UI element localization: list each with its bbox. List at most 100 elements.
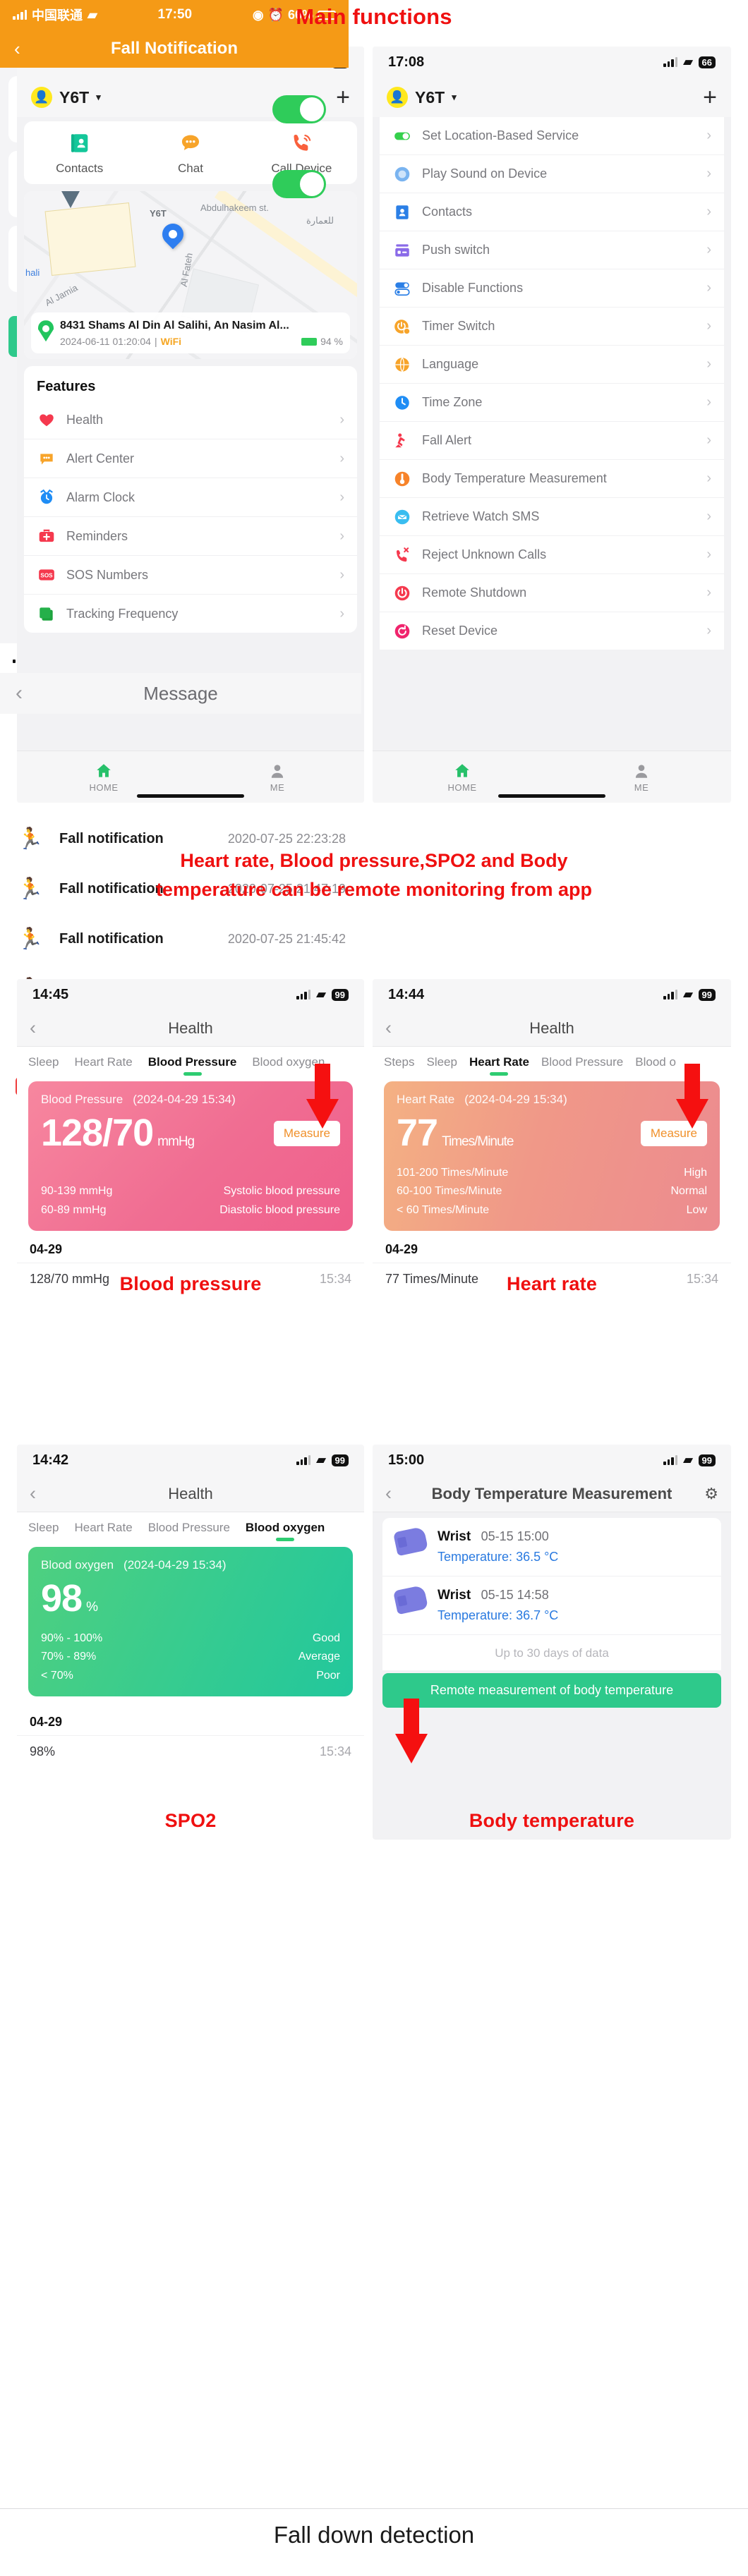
- back-button[interactable]: ‹: [385, 1017, 392, 1039]
- chevron-down-icon[interactable]: ▾: [96, 92, 101, 103]
- back-button[interactable]: ‹: [16, 681, 23, 705]
- tab-blood-oxygen[interactable]: Blood o: [635, 1055, 676, 1077]
- status-bar: 14:45 ▰ 99: [17, 979, 364, 1010]
- back-button[interactable]: ‹: [30, 1017, 36, 1039]
- message-row[interactable]: 🏃 Fall notification 2020-07-25 21:45:42: [0, 914, 361, 964]
- temperature-record-row[interactable]: Wrist 05-15 15:00 Temperature: 36.5 °C: [382, 1518, 721, 1576]
- remote-measure-button[interactable]: Remote measurement of body temperature: [382, 1673, 721, 1708]
- feature-row-health[interactable]: Health ›: [24, 401, 357, 439]
- toggle-fall-notification[interactable]: [272, 95, 326, 123]
- chevron-right-icon: ›: [706, 318, 711, 334]
- quick-action-contacts[interactable]: Contacts: [24, 130, 135, 176]
- tab-label: HOME: [447, 782, 477, 793]
- tab-blood-pressure[interactable]: Blood Pressure: [148, 1521, 230, 1543]
- setting-row-push-switch[interactable]: Push switch ›: [380, 231, 724, 269]
- back-button[interactable]: ‹: [30, 1483, 36, 1505]
- home-icon: [97, 763, 111, 777]
- setting-label: Remote Shutdown: [422, 585, 527, 600]
- range-value: 90% - 100%: [41, 1632, 103, 1644]
- add-device-button[interactable]: +: [703, 85, 717, 109]
- page-title: Message: [143, 682, 218, 704]
- wifi-icon: ▰: [683, 55, 693, 68]
- battery-indicator: 66: [698, 56, 716, 68]
- range-value: < 60 Times/Minute: [397, 1203, 490, 1216]
- range-value: 101-200 Times/Minute: [397, 1166, 509, 1179]
- contacts-card-icon: [392, 202, 412, 222]
- setting-row-remote-shutdown[interactable]: Remote Shutdown ›: [380, 574, 724, 612]
- tab-label: ME: [270, 782, 285, 793]
- tab-sleep[interactable]: Sleep: [28, 1521, 59, 1543]
- spo2-value: 98: [41, 1577, 83, 1620]
- tab-heart-rate[interactable]: Heart Rate: [74, 1521, 132, 1543]
- wifi-icon: ▰: [683, 1453, 693, 1466]
- globe-icon: [392, 355, 412, 375]
- feature-label: Tracking Frequency: [66, 606, 179, 621]
- back-button[interactable]: ‹: [385, 1483, 392, 1505]
- tab-blood-pressure[interactable]: Blood Pressure: [541, 1055, 623, 1077]
- address-info-bar[interactable]: 8431 Shams Al Din Al Salihi, An Nasim Al…: [31, 312, 350, 353]
- device-name-group[interactable]: 👤 Y6T ▾: [387, 87, 457, 108]
- fall-person-icon: 🏃: [17, 928, 44, 951]
- cellular-signal-icon: [296, 990, 311, 1000]
- contacts-book-icon: [66, 130, 93, 157]
- tab-blood-pressure[interactable]: Blood Pressure: [148, 1055, 237, 1077]
- setting-row-location-service[interactable]: Set Location-Based Service ›: [380, 117, 724, 155]
- nav-bar: ‹ Body Temperature Measurement ⚙: [373, 1476, 731, 1512]
- setting-row-language[interactable]: Language ›: [380, 346, 724, 384]
- card-timestamp: (2024-04-29 15:34): [133, 1093, 236, 1106]
- temperature-value: 36.7 °C: [516, 1608, 559, 1622]
- tab-label: HOME: [89, 782, 119, 793]
- tab-sleep[interactable]: Sleep: [426, 1055, 457, 1077]
- setting-row-reject-unknown-calls[interactable]: Reject Unknown Calls ›: [380, 536, 724, 574]
- location-map-card[interactable]: Y6T Abdulhakeem st. للعمارة hali Al Jami…: [24, 191, 357, 359]
- status-bar: 15:00 ▰ 99: [373, 1445, 731, 1476]
- device-selector-bar[interactable]: 👤 Y6T ▾ +: [373, 78, 731, 117]
- setting-row-retrieve-sms[interactable]: Retrieve Watch SMS ›: [380, 498, 724, 536]
- nav-bar: ‹ Health: [17, 1476, 364, 1512]
- cellular-signal-icon: [663, 1455, 678, 1465]
- log-date: 04-29: [17, 1231, 364, 1263]
- nav-bar: ‹ Message: [0, 673, 361, 714]
- gear-icon[interactable]: ⚙: [704, 1485, 718, 1503]
- feature-row-alarm-clock[interactable]: Alarm Clock ›: [24, 478, 357, 517]
- setting-row-disable-functions[interactable]: Disable Functions ›: [380, 269, 724, 308]
- tab-sleep[interactable]: Sleep: [28, 1055, 59, 1077]
- add-device-button[interactable]: +: [336, 85, 350, 109]
- tab-label: ME: [634, 782, 649, 793]
- quick-action-call-device[interactable]: Call Device: [246, 130, 357, 176]
- setting-row-timer-switch[interactable]: Timer Switch ›: [380, 308, 724, 346]
- feature-label: SOS Numbers: [66, 567, 149, 582]
- feature-row-sos-numbers[interactable]: SOS SOS Numbers ›: [24, 556, 357, 595]
- temperature-record-row[interactable]: Wrist 05-15 14:58 Temperature: 36.7 °C: [382, 1576, 721, 1635]
- back-button[interactable]: ‹: [14, 38, 20, 60]
- chevron-down-icon[interactable]: ▾: [452, 92, 457, 103]
- setting-row-contacts[interactable]: Contacts ›: [380, 193, 724, 231]
- toggle-falls-notify-and-call[interactable]: [272, 170, 326, 198]
- log-date: 04-29: [373, 1231, 731, 1263]
- feature-row-reminders[interactable]: Reminders ›: [24, 517, 357, 556]
- setting-row-time-zone[interactable]: Time Zone ›: [380, 384, 724, 422]
- setting-row-fall-alert[interactable]: Fall Alert ›: [380, 422, 724, 460]
- feature-row-alert-center[interactable]: Alert Center ›: [24, 439, 357, 478]
- chevron-right-icon: ›: [339, 411, 344, 427]
- tab-heart-rate[interactable]: Heart Rate: [469, 1055, 529, 1077]
- chevron-right-icon: ›: [706, 394, 711, 410]
- bp-value: 128/70: [41, 1112, 154, 1154]
- quick-action-chat[interactable]: Chat: [135, 130, 246, 176]
- map-marker-device[interactable]: [157, 219, 188, 250]
- feature-row-tracking-frequency[interactable]: Tracking Frequency ›: [24, 595, 357, 633]
- range-value: < 70%: [41, 1669, 73, 1682]
- tab-steps[interactable]: Steps: [384, 1055, 414, 1077]
- device-name-group[interactable]: 👤 Y6T ▾: [31, 87, 101, 108]
- tab-blood-oxygen[interactable]: Blood oxygen: [246, 1521, 325, 1543]
- status-bar: 17:08 ▰ 66: [373, 47, 731, 78]
- chevron-right-icon: ›: [706, 585, 711, 600]
- tab-heart-rate[interactable]: Heart Rate: [74, 1055, 132, 1077]
- features-title: Features: [37, 379, 96, 394]
- setting-row-body-temperature[interactable]: Body Temperature Measurement ›: [380, 460, 724, 498]
- setting-row-reset-device[interactable]: Reset Device ›: [380, 612, 724, 650]
- network-type: WiFi: [160, 336, 182, 347]
- setting-label: Time Zone: [422, 395, 483, 409]
- setting-row-play-sound[interactable]: Play Sound on Device ›: [380, 155, 724, 193]
- map-marker-gray: [61, 191, 80, 208]
